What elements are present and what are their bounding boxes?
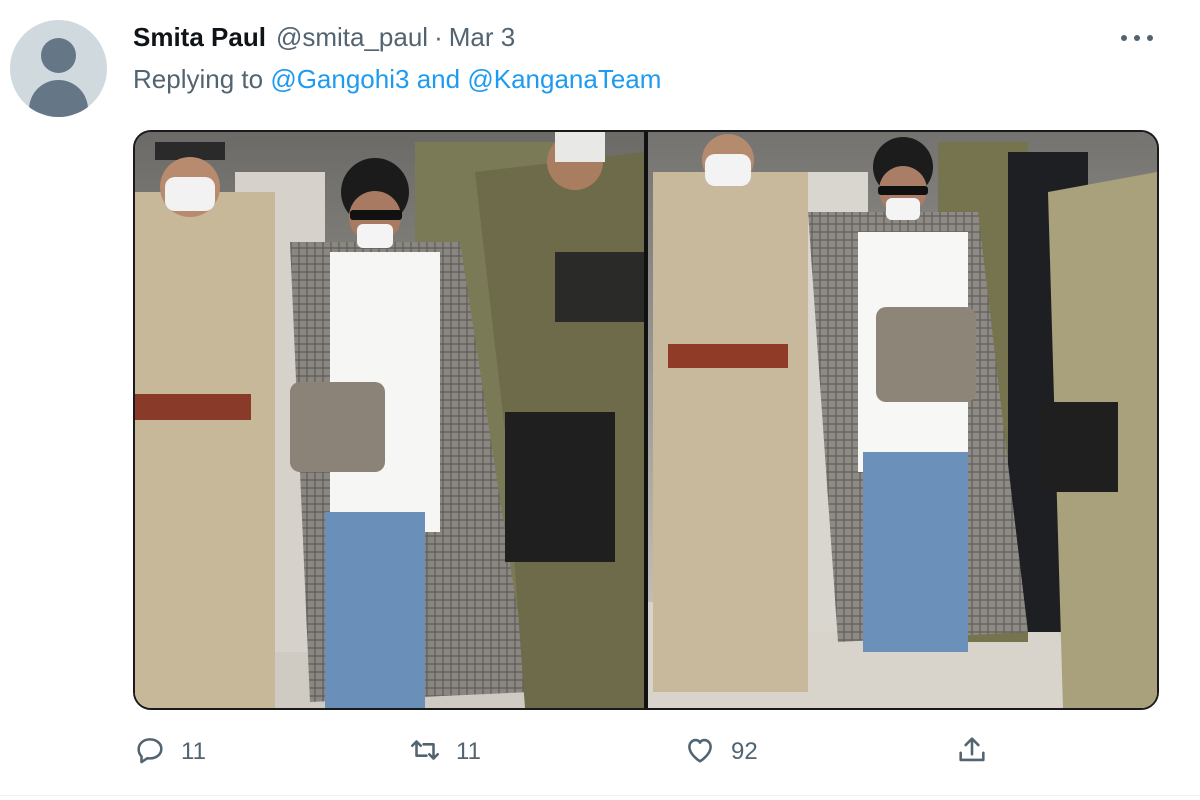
tweet[interactable]: Smita Paul @smita_paul · Mar 3 Replying …	[0, 0, 1200, 800]
replying-to: Replying to @Gangohi3 and @KanganaTeam	[133, 64, 661, 95]
avatar-body	[29, 80, 88, 117]
avatar-head	[41, 38, 76, 73]
like-icon	[683, 733, 717, 772]
like-button[interactable]: 92	[683, 728, 758, 776]
share-button[interactable]	[955, 728, 989, 776]
header-separator: ·	[434, 22, 443, 52]
author-name[interactable]: Smita Paul	[133, 22, 266, 53]
more-icon[interactable]	[1115, 24, 1159, 52]
replying-and[interactable]: and	[417, 64, 460, 94]
tweet-actions: 11 11 92	[133, 728, 1033, 776]
retweet-button[interactable]: 11	[408, 728, 481, 776]
like-count: 92	[731, 738, 758, 765]
replying-user-link[interactable]: @Gangohi3	[270, 64, 409, 94]
share-icon	[955, 733, 989, 772]
avatar[interactable]	[10, 20, 107, 117]
replying-prefix: Replying to	[133, 64, 264, 94]
tweet-photo[interactable]	[135, 132, 644, 708]
more-dot	[1147, 35, 1153, 41]
photo-scene	[648, 132, 1157, 708]
tweet-divider	[0, 795, 1200, 796]
reply-button[interactable]: 11	[133, 728, 206, 776]
more-dot	[1134, 35, 1140, 41]
author-handle[interactable]: @smita_paul	[276, 22, 428, 53]
tweet-photo[interactable]	[648, 132, 1157, 708]
tweet-media[interactable]	[133, 130, 1159, 710]
tweet-header: Smita Paul @smita_paul · Mar 3	[133, 22, 515, 56]
retweet-icon	[408, 733, 442, 772]
retweet-count: 11	[456, 738, 481, 765]
more-dot	[1121, 35, 1127, 41]
reply-count: 11	[181, 738, 206, 765]
reply-icon	[133, 733, 167, 772]
replying-user-link[interactable]: @KanganaTeam	[467, 64, 661, 94]
tweet-date[interactable]: Mar 3	[449, 22, 515, 53]
photo-scene	[135, 132, 644, 708]
